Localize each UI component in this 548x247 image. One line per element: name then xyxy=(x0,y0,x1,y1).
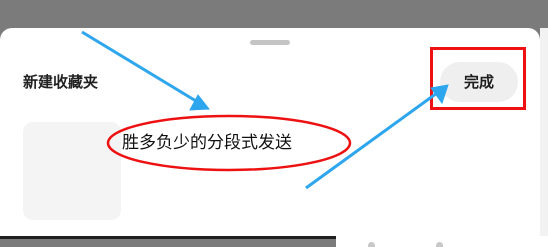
sheet-grab-handle[interactable] xyxy=(250,40,290,45)
sheet-edge xyxy=(540,28,548,236)
sheet-title: 新建收藏夹 xyxy=(23,73,99,91)
underlying-tab-icon xyxy=(436,242,443,247)
underlying-tab-icon xyxy=(368,242,375,247)
sheet-bottom-border xyxy=(0,236,336,239)
annotation-highlight-box xyxy=(430,47,526,110)
collection-name-input[interactable]: 胜多负少的分段式发送 xyxy=(122,131,342,155)
cover-image-placeholder[interactable] xyxy=(23,122,121,220)
